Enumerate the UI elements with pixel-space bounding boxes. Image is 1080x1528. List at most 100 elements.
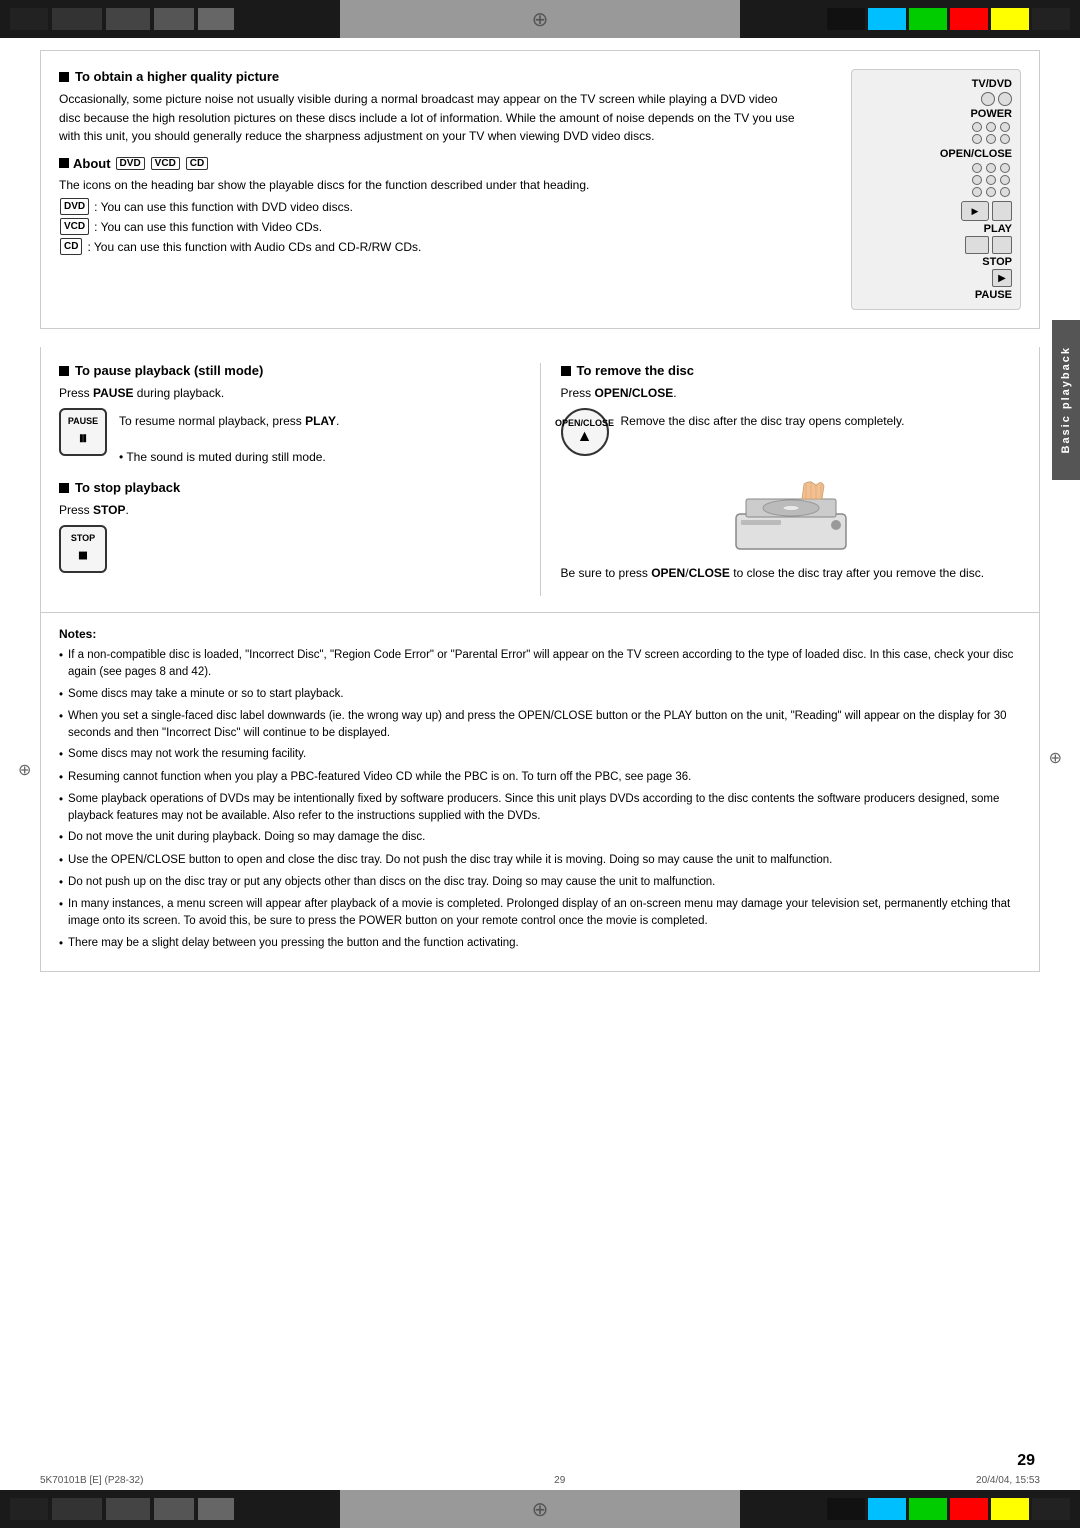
- footer-center: 29: [554, 1475, 565, 1486]
- play-bold: PLAY: [305, 414, 336, 428]
- footer-right: 20/4/04, 15:53: [976, 1475, 1040, 1486]
- note-text-6: Some playback operations of DVDs may be …: [68, 791, 1021, 826]
- dot-1: [972, 122, 982, 132]
- remote-btn-1: [981, 92, 995, 106]
- pause-section: To pause playback (still mode) Press PAU…: [59, 363, 520, 466]
- dot-4: [972, 134, 982, 144]
- remove-button-demo: OPEN/CLOSE ▲ Remove the disc after the d…: [561, 408, 1022, 456]
- remove-button-desc: Remove the disc after the disc tray open…: [621, 408, 905, 430]
- note-bullet-2: •: [59, 687, 63, 704]
- top-bar-left: [0, 0, 340, 38]
- about-cd-item: CD : You can use this function with Audi…: [59, 238, 801, 256]
- about-dvd-item: DVD : You can use this function with DVD…: [59, 198, 801, 216]
- note-bullet-10: •: [59, 897, 63, 914]
- sidebar-label-text: Basic playback: [1060, 346, 1072, 454]
- pause-icon-label: PAUSE: [68, 416, 98, 426]
- bottom-block-5: [198, 1498, 234, 1520]
- middle-left: To pause playback (still mode) Press PAU…: [59, 363, 540, 596]
- color-block-red: [950, 8, 988, 30]
- stop-instruction: Press STOP.: [59, 501, 520, 519]
- pause-title: To pause playback (still mode): [75, 363, 263, 378]
- note-item-9: • Do not push up on the disc tray or put…: [59, 874, 1021, 892]
- note-item-7: • Do not move the unit during playback. …: [59, 829, 1021, 847]
- note-bullet-6: •: [59, 792, 63, 809]
- dot-15: [1000, 187, 1010, 197]
- stop-btn-remote: [965, 236, 989, 254]
- dot-10: [972, 175, 982, 185]
- power-label: POWER: [970, 108, 1012, 120]
- open-close-label: OPEN/CLOSE: [940, 148, 1012, 160]
- vcd-badge: VCD: [151, 157, 180, 170]
- top-bar-block-1: [10, 8, 48, 30]
- note-text-1: If a non-compatible disc is loaded, "Inc…: [68, 647, 1021, 682]
- note-text-4: Some discs may not work the resuming fac…: [68, 746, 306, 763]
- footer: 5K70101B [E] (P28-32) 29 20/4/04, 15:53: [40, 1475, 1040, 1486]
- about-vcd-item: VCD : You can use this function with Vid…: [59, 218, 801, 236]
- stop-button-demo: STOP ⏹: [59, 525, 520, 573]
- stop-title: To stop playback: [75, 480, 180, 495]
- close-note-bold1: OPEN: [651, 566, 685, 580]
- bottom-color-5: [991, 1498, 1029, 1520]
- top-left-column: To obtain a higher quality picture Occas…: [59, 69, 801, 310]
- sidebar-tab: Basic playback: [1052, 320, 1080, 480]
- dot-5: [986, 134, 996, 144]
- color-block-green: [909, 8, 947, 30]
- note-item-11: • There may be a slight delay between yo…: [59, 935, 1021, 953]
- disc-tray-svg: [716, 464, 866, 554]
- bottom-color-2: [868, 1498, 906, 1520]
- note-bullet-11: •: [59, 936, 63, 953]
- about-heading: About DVD VCD CD: [59, 156, 801, 171]
- notes-heading: Notes:: [59, 627, 1021, 641]
- close-note-bold2: CLOSE: [689, 566, 730, 580]
- note-text-9: Do not push up on the disc tray or put a…: [68, 874, 715, 891]
- dot-3: [1000, 122, 1010, 132]
- remove-heading: To remove the disc: [561, 363, 1022, 378]
- higher-quality-title: To obtain a higher quality picture: [75, 69, 279, 84]
- dvd-badge: DVD: [116, 157, 145, 170]
- open-close-bold: OPEN/CLOSE: [595, 386, 674, 400]
- bottom-bar-left: [0, 1490, 340, 1528]
- stop-icon-symbol: ⏹: [79, 545, 88, 566]
- about-dvd-badge: DVD: [60, 198, 89, 215]
- bottom-bar-center: ⊕: [340, 1490, 740, 1528]
- note-bullet-8: •: [59, 853, 63, 870]
- note-text-10: In many instances, a menu screen will ap…: [68, 896, 1021, 931]
- remote-diagram: TV/DVD POWER: [851, 69, 1021, 310]
- bottom-bar-right: [740, 1490, 1080, 1528]
- dot-14: [986, 187, 996, 197]
- bottom-color-6: [1032, 1498, 1070, 1520]
- pause-mute-note: • The sound is muted during still mode.: [119, 450, 326, 464]
- pause-label: PAUSE: [975, 289, 1012, 301]
- note-text-3: When you set a single-faced disc label d…: [68, 708, 1021, 743]
- remove-instruction: Press OPEN/CLOSE.: [561, 384, 1022, 402]
- stop-heading: To stop playback: [59, 480, 520, 495]
- dot-12: [1000, 175, 1010, 185]
- stop-icon-label: STOP: [71, 533, 95, 543]
- pause-button-icon: PAUSE ⏸: [59, 408, 107, 456]
- note-bullet-3: •: [59, 709, 63, 726]
- note-text-2: Some discs may take a minute or so to st…: [68, 686, 343, 703]
- dot-9: [1000, 163, 1010, 173]
- top-bar-block-4: [154, 8, 194, 30]
- bottom-block-1: [10, 1498, 48, 1520]
- bottom-block-3: [106, 1498, 150, 1520]
- about-cd-text: : You can use this function with Audio C…: [87, 238, 421, 256]
- about-intro: The icons on the heading bar show the pl…: [59, 176, 801, 257]
- top-section: To obtain a higher quality picture Occas…: [40, 50, 1040, 329]
- pause-heading: To pause playback (still mode): [59, 363, 520, 378]
- stop-button-icon: STOP ⏹: [59, 525, 107, 573]
- page-number: 29: [1017, 1452, 1035, 1470]
- play-label: PLAY: [984, 223, 1012, 235]
- remote-dots-top: [860, 122, 1012, 144]
- note-item-8: • Use the OPEN/CLOSE button to open and …: [59, 852, 1021, 870]
- bottom-color-3: [909, 1498, 947, 1520]
- note-item-4: • Some discs may not work the resuming f…: [59, 746, 1021, 764]
- middle-section: To pause playback (still mode) Press PAU…: [40, 347, 1040, 613]
- pause-btn-remote: ▶: [992, 269, 1012, 287]
- note-item-10: • In many instances, a menu screen will …: [59, 896, 1021, 931]
- bottom-block-4: [154, 1498, 194, 1520]
- about-bullet: [59, 158, 69, 168]
- top-bar-right: [740, 0, 1080, 38]
- color-block-black: [827, 8, 865, 30]
- play-btn-remote: ▶: [961, 201, 989, 221]
